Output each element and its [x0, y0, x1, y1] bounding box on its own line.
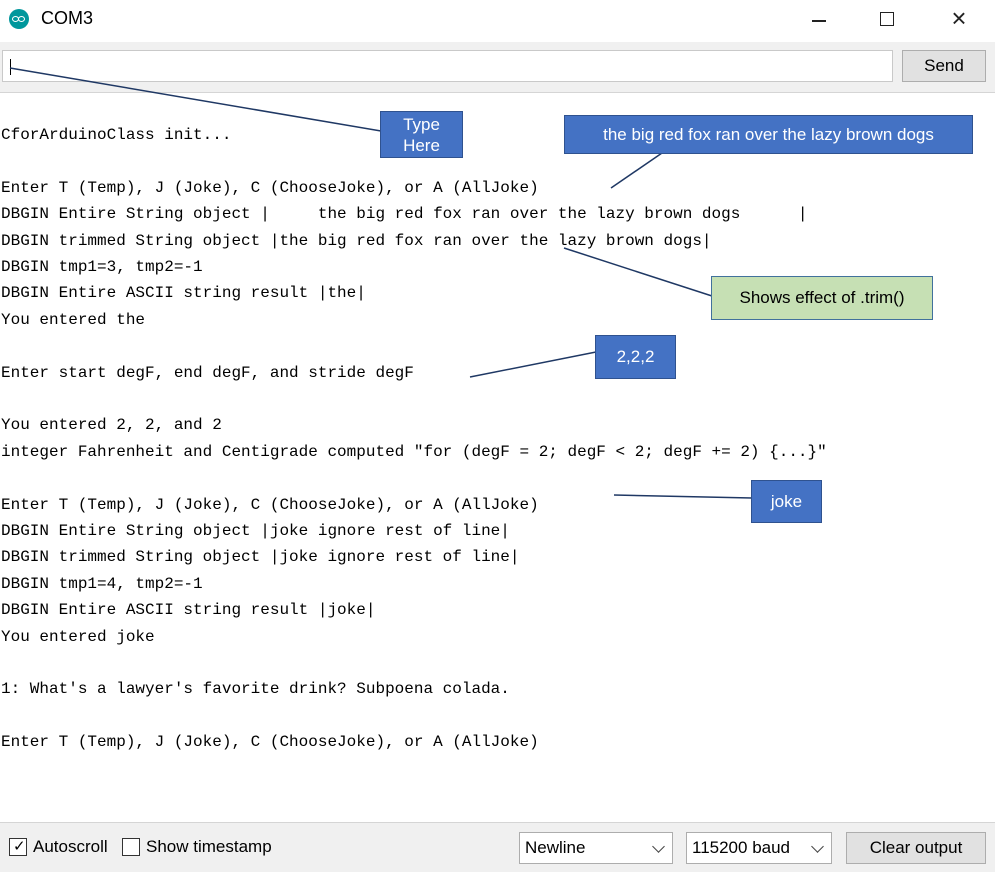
autoscroll-label[interactable]: Autoscroll [33, 837, 108, 857]
output-line: DBGIN Entire String object | the big red… [1, 205, 808, 224]
chevron-down-icon [652, 840, 665, 853]
line-ending-select[interactable]: Newline [519, 832, 673, 864]
output-line: DBGIN trimmed String object |joke ignore… [1, 548, 520, 567]
window-title: COM3 [41, 8, 94, 28]
maximize-icon [880, 12, 894, 26]
callout-deg: 2,2,2 [595, 335, 676, 379]
title-bar: COM3 × [0, 0, 995, 40]
show-timestamp-checkbox[interactable] [122, 838, 140, 856]
callout-type-here-line2: Here [403, 136, 440, 155]
line-ending-value: Newline [525, 838, 586, 857]
callout-type-here: Type Here [380, 111, 463, 158]
callout-type-here-line1: Type [403, 115, 440, 134]
text-caret [10, 59, 11, 75]
checkmark-icon: ✓ [13, 838, 26, 855]
callout-trim: Shows effect of .trim() [711, 276, 933, 320]
maximize-button[interactable] [864, 4, 910, 36]
close-icon: × [951, 3, 967, 33]
output-line: You entered joke [1, 627, 155, 646]
minimize-button[interactable] [796, 4, 842, 36]
minimize-icon [812, 20, 826, 22]
output-line: Enter T (Temp), J (Joke), C (ChooseJoke)… [1, 733, 539, 752]
autoscroll-checkbox[interactable]: ✓ [9, 838, 27, 856]
callout-joke: joke [751, 480, 822, 523]
clear-output-button[interactable]: Clear output [846, 832, 986, 864]
chevron-down-icon [811, 840, 824, 853]
output-line: DBGIN Entire ASCII string result |the| [1, 284, 366, 303]
output-line: You entered 2, 2, and 2 [1, 416, 222, 435]
show-timestamp-label[interactable]: Show timestamp [146, 837, 272, 857]
serial-input[interactable] [2, 50, 893, 82]
output-line: Enter T (Temp), J (Joke), C (ChooseJoke)… [1, 495, 539, 514]
send-button[interactable]: Send [902, 50, 986, 82]
output-line: DBGIN Entire String object |joke ignore … [1, 522, 510, 540]
arduino-infinity-icon [9, 9, 29, 29]
output-line: 1: What's a lawyer's favorite drink? Sub… [1, 680, 510, 699]
output-line: DBGIN tmp1=3, tmp2=-1 [1, 258, 203, 276]
output-line: You entered the [1, 310, 146, 329]
callout-fox: the big red fox ran over the lazy brown … [564, 115, 973, 154]
baud-rate-select[interactable]: 115200 baud [686, 832, 832, 864]
output-line: CforArduinoClass init... [1, 126, 232, 144]
close-button[interactable]: × [936, 4, 982, 36]
output-line: Enter T (Temp), J (Joke), C (ChooseJoke)… [1, 178, 539, 197]
output-line: DBGIN tmp1=4, tmp2=-1 [1, 574, 203, 593]
output-line: DBGIN Entire ASCII string result |joke| [1, 601, 376, 620]
output-line: Enter start degF, end degF, and stride d… [1, 363, 414, 382]
output-line: integer Fahrenheit and Centigrade comput… [1, 442, 827, 461]
baud-rate-value: 115200 baud [692, 838, 791, 857]
output-line: DBGIN trimmed String object |the big red… [1, 231, 712, 250]
